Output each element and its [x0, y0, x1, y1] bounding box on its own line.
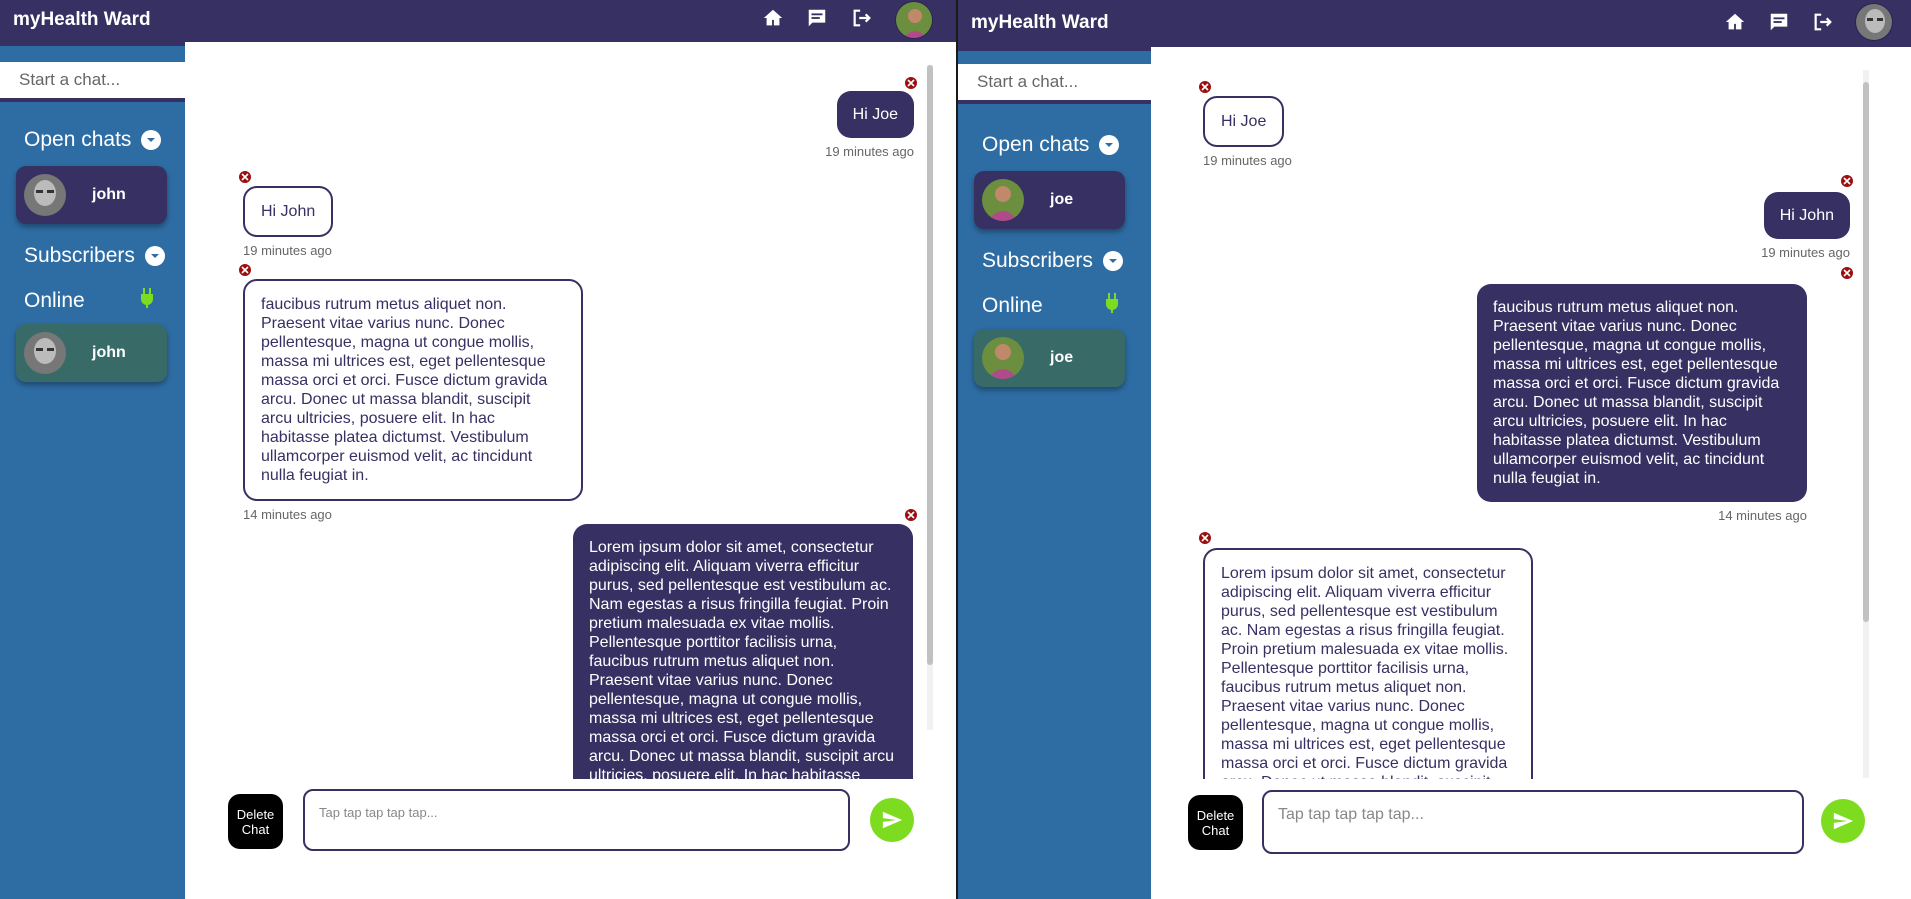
message-bubble: Hi John — [243, 186, 334, 237]
chevron-down-icon[interactable] — [1099, 135, 1120, 155]
chat-window-right: myHealth Ward Open chats joe Subscribers — [956, 0, 1911, 899]
chevron-down-icon[interactable] — [141, 130, 162, 150]
start-chat-input[interactable] — [958, 64, 1151, 104]
message-item: Lorem ipsum dolor sit amet, consectetur … — [573, 524, 913, 779]
composer: Delete Chat — [1151, 779, 1911, 899]
top-navbar: myHealth Ward — [0, 0, 956, 42]
online-header: Online — [982, 293, 1119, 319]
close-icon[interactable] — [905, 77, 917, 89]
sidebar: Open chats joe Subscribers Online joe — [958, 47, 1151, 899]
subscribers-header: Subscribers — [982, 249, 1123, 273]
open-chats-label: Open chats — [24, 128, 132, 151]
chevron-down-icon[interactable] — [1102, 251, 1123, 271]
message-input[interactable] — [1262, 790, 1804, 854]
open-chats-header: Open chats — [24, 128, 162, 152]
close-icon[interactable] — [1199, 532, 1211, 544]
avatar — [24, 332, 66, 374]
message-time: 19 minutes ago — [1761, 245, 1850, 260]
message-bubble: faucibus rutrum metus aliquet non. Praes… — [243, 279, 583, 501]
message-bubble: Hi Joe — [836, 91, 914, 138]
avatar — [24, 174, 66, 216]
message-time: 14 minutes ago — [1718, 508, 1807, 523]
message-list[interactable]: Hi Joe 19 minutes ago Hi John 19 minutes… — [1151, 48, 1911, 779]
subscribers-header: Subscribers — [24, 244, 165, 268]
delete-chat-button[interactable]: Delete Chat — [1188, 795, 1243, 850]
online-label: Online — [24, 289, 85, 312]
scrollbar-thumb[interactable] — [927, 65, 933, 665]
home-icon[interactable] — [1721, 8, 1749, 36]
message-time: 14 minutes ago — [243, 507, 332, 522]
close-icon[interactable] — [905, 509, 917, 521]
subscribers-label: Subscribers — [24, 244, 135, 267]
delete-chat-button[interactable]: Delete Chat — [228, 794, 283, 849]
send-icon[interactable] — [1821, 799, 1865, 843]
top-navbar: myHealth Ward — [958, 0, 1911, 47]
logout-icon[interactable] — [1809, 8, 1837, 36]
composer: Delete Chat — [185, 779, 956, 899]
plug-icon — [140, 288, 154, 314]
message-bubble: Hi Joe — [1203, 96, 1285, 147]
message-input[interactable] — [303, 789, 850, 851]
open-chat-item[interactable]: john — [16, 166, 167, 224]
brand-title: myHealth Ward — [13, 9, 151, 30]
home-icon[interactable] — [759, 4, 787, 32]
online-header: Online — [24, 288, 154, 314]
chevron-down-icon[interactable] — [144, 246, 165, 266]
message-item: faucibus rutrum metus aliquet non. Praes… — [243, 279, 583, 522]
start-chat-input[interactable] — [0, 62, 185, 102]
message-bubble: Lorem ipsum dolor sit amet, consectetur … — [1203, 548, 1533, 779]
message-item: Hi Joe 19 minutes ago — [825, 91, 914, 159]
user-avatar[interactable] — [1855, 3, 1893, 41]
close-icon[interactable] — [1841, 267, 1853, 279]
online-label: Online — [982, 294, 1043, 317]
chat-name: john — [92, 344, 126, 361]
chat-window-left: myHealth Ward Open chats john Subscriber… — [0, 0, 956, 899]
scrollbar-thumb[interactable] — [1863, 82, 1869, 622]
close-icon[interactable] — [239, 264, 251, 276]
avatar — [982, 179, 1024, 221]
subscribers-label: Subscribers — [982, 249, 1093, 272]
sidebar: Open chats john Subscribers Online john — [0, 42, 185, 899]
message-list[interactable]: Hi Joe 19 minutes ago Hi John 19 minutes… — [185, 45, 956, 779]
message-item: Hi Joe 19 minutes ago — [1203, 96, 1292, 168]
message-item: Hi John 19 minutes ago — [1761, 192, 1850, 260]
open-chats-header: Open chats — [982, 133, 1120, 157]
avatar — [982, 337, 1024, 379]
message-item: Hi John 19 minutes ago — [243, 186, 334, 258]
message-bubble: Hi John — [1763, 192, 1850, 239]
close-icon[interactable] — [1841, 175, 1853, 187]
message-time: 19 minutes ago — [243, 243, 332, 258]
plug-icon — [1105, 293, 1119, 319]
logout-icon[interactable] — [848, 4, 876, 32]
online-user-item[interactable]: john — [16, 324, 167, 382]
close-icon[interactable] — [239, 171, 251, 183]
message-item: faucibus rutrum metus aliquet non. Praes… — [1477, 284, 1807, 523]
close-icon[interactable] — [1199, 81, 1211, 93]
chat-icon[interactable] — [1765, 8, 1793, 36]
message-item: Lorem ipsum dolor sit amet, consectetur … — [1203, 548, 1533, 779]
user-avatar[interactable] — [895, 1, 933, 39]
send-icon[interactable] — [870, 798, 914, 842]
open-chat-item[interactable]: joe — [974, 171, 1125, 229]
chat-name: joe — [1050, 191, 1074, 208]
scrollbar[interactable] — [1863, 70, 1869, 778]
open-chats-label: Open chats — [982, 133, 1090, 156]
chat-name: john — [92, 186, 126, 203]
scrollbar[interactable] — [927, 65, 933, 730]
chat-name: joe — [1050, 349, 1074, 366]
online-user-item[interactable]: joe — [974, 329, 1125, 387]
message-bubble: Lorem ipsum dolor sit amet, consectetur … — [573, 524, 913, 779]
message-time: 19 minutes ago — [825, 144, 914, 159]
message-bubble: faucibus rutrum metus aliquet non. Praes… — [1477, 284, 1807, 502]
brand-title: myHealth Ward — [971, 12, 1109, 33]
message-time: 19 minutes ago — [1203, 153, 1292, 168]
chat-icon[interactable] — [803, 4, 831, 32]
